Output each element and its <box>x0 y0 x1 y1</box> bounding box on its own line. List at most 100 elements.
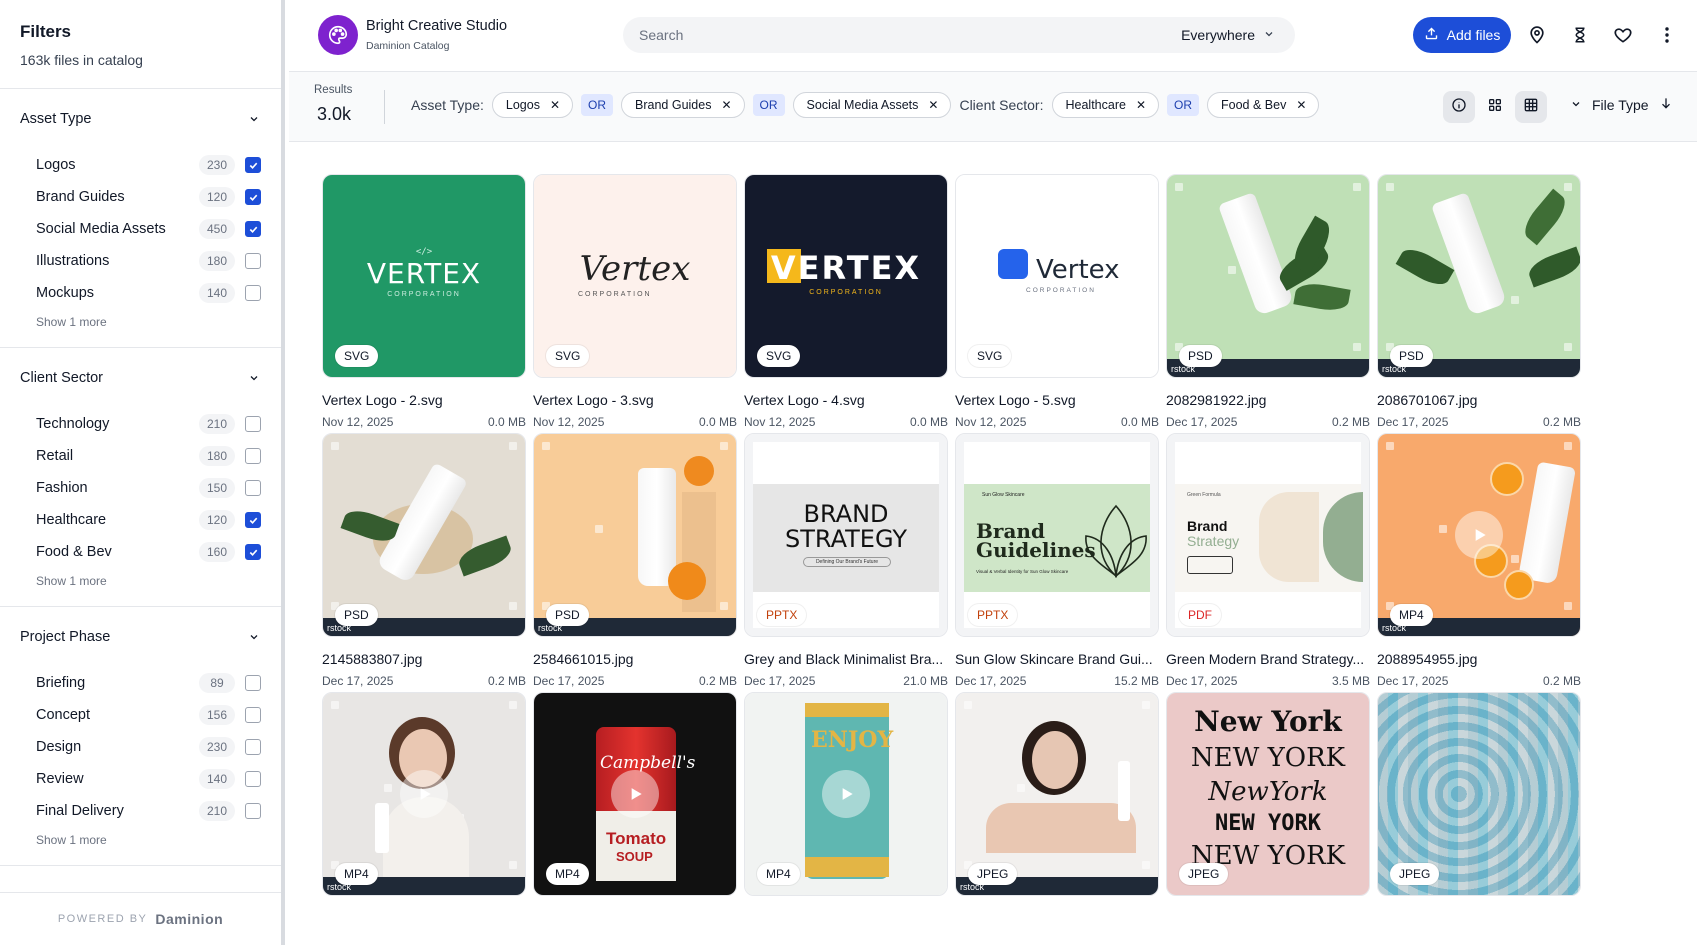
filter-checkbox[interactable] <box>245 448 261 464</box>
or-operator[interactable]: OR <box>581 94 614 116</box>
close-icon[interactable]: ✕ <box>928 98 938 112</box>
asset-thumbnail[interactable]: </> VERTEX CORPORATION SVG <box>322 174 526 378</box>
filter-checkbox[interactable] <box>245 707 261 723</box>
close-icon[interactable]: ✕ <box>550 98 560 112</box>
asset-filename[interactable]: Green Modern Brand Strategy... <box>1166 651 1370 667</box>
asset-card[interactable]: rstock MP4 2088954955.jpg Dec 17, 2025 0… <box>1377 433 1581 688</box>
play-icon[interactable] <box>611 770 659 818</box>
asset-card[interactable]: Campbell's Tomato SOUP MP4 <box>533 692 737 896</box>
asset-thumbnail[interactable]: BRAND STRATEGY Defining Our Brand's Futu… <box>744 433 948 637</box>
play-icon[interactable] <box>1455 511 1503 559</box>
show-more-link[interactable]: Show 1 more <box>20 833 261 847</box>
more-vertical-icon[interactable] <box>1655 23 1679 47</box>
filter-option[interactable]: Logos 230 <box>20 149 261 181</box>
or-operator[interactable]: OR <box>752 94 785 116</box>
asset-thumbnail[interactable]: Vertex CORPORATION SVG <box>955 174 1159 378</box>
or-operator[interactable]: OR <box>1167 94 1200 116</box>
search-input[interactable] <box>639 27 1182 43</box>
asset-thumbnail[interactable]: New York NEW YORK NewYork NEW YORK NEW Y… <box>1166 692 1370 896</box>
asset-thumbnail[interactable]: rstock PSD <box>1377 174 1581 378</box>
info-toggle-button[interactable] <box>1443 91 1475 123</box>
filter-chip[interactable]: Social Media Assets ✕ <box>792 92 952 118</box>
filter-option[interactable]: Illustrations 180 <box>20 245 261 277</box>
show-more-link[interactable]: Show 1 more <box>20 574 261 588</box>
asset-thumbnail[interactable]: rstock JPEG <box>955 692 1159 896</box>
filter-option[interactable]: Final Delivery 210 <box>20 795 261 827</box>
filter-chip[interactable]: Food & Bev ✕ <box>1207 92 1320 118</box>
location-pin-icon[interactable] <box>1525 23 1549 47</box>
filter-checkbox[interactable] <box>245 675 261 691</box>
filter-chip[interactable]: Brand Guides ✕ <box>621 92 745 118</box>
asset-thumbnail[interactable]: rstock MP4 <box>1377 433 1581 637</box>
filter-option[interactable]: Concept 156 <box>20 699 261 731</box>
asset-filename[interactable]: 2584661015.jpg <box>533 651 737 667</box>
asset-filename[interactable]: 2086701067.jpg <box>1377 392 1581 408</box>
filter-option[interactable]: Fashion 150 <box>20 472 261 504</box>
asset-card[interactable]: </> VERTEX CORPORATION SVG Vertex Logo -… <box>322 174 526 429</box>
filter-checkbox[interactable] <box>245 544 261 560</box>
filter-group-header[interactable]: Client Sector <box>20 370 261 386</box>
asset-card[interactable]: Sun Glow Skincare Brand Guidelines Visua… <box>955 433 1159 688</box>
asset-filename[interactable]: Vertex Logo - 4.svg <box>744 392 948 408</box>
asset-filename[interactable]: Vertex Logo - 5.svg <box>955 392 1159 408</box>
play-icon[interactable] <box>822 770 870 818</box>
show-more-link[interactable]: Show 1 more <box>20 315 261 329</box>
search-scope-dropdown[interactable]: Everywhere <box>1181 27 1275 43</box>
filter-checkbox[interactable] <box>245 157 261 173</box>
filter-chip[interactable]: Logos ✕ <box>491 92 574 118</box>
asset-thumbnail[interactable]: rstock MP4 <box>322 692 526 896</box>
filter-option[interactable]: Healthcare 120 <box>20 504 261 536</box>
filter-checkbox[interactable] <box>245 253 261 269</box>
filter-option[interactable]: Retail 180 <box>20 440 261 472</box>
asset-thumbnail[interactable]: ENJOY MP4 <box>744 692 948 896</box>
asset-card[interactable]: Vertex CORPORATION SVG Vertex Logo - 5.s… <box>955 174 1159 429</box>
asset-filename[interactable]: 2088954955.jpg <box>1377 651 1581 667</box>
asset-card[interactable]: rstock JPEG <box>955 692 1159 896</box>
filter-checkbox[interactable] <box>245 480 261 496</box>
asset-thumbnail[interactable]: rstock PSD <box>1166 174 1370 378</box>
hourglass-icon[interactable] <box>1568 23 1592 47</box>
close-icon[interactable]: ✕ <box>721 98 731 112</box>
asset-card[interactable]: BRAND STRATEGY Defining Our Brand's Futu… <box>744 433 948 688</box>
filter-option[interactable]: Review 140 <box>20 763 261 795</box>
filter-option[interactable]: Social Media Assets 450 <box>20 213 261 245</box>
asset-filename[interactable]: Vertex Logo - 2.svg <box>322 392 526 408</box>
add-files-button[interactable]: Add files <box>1413 17 1511 53</box>
asset-filename[interactable]: Sun Glow Skincare Brand Gui... <box>955 651 1159 667</box>
filter-group-header[interactable]: Project Phase <box>20 629 261 645</box>
asset-card[interactable]: JPEG <box>1377 692 1581 896</box>
asset-filename[interactable]: 2082981922.jpg <box>1166 392 1370 408</box>
asset-card[interactable]: New York NEW YORK NewYork NEW YORK NEW Y… <box>1166 692 1370 896</box>
close-icon[interactable]: ✕ <box>1136 98 1146 112</box>
asset-thumbnail[interactable]: Sun Glow Skincare Brand Guidelines Visua… <box>955 433 1159 637</box>
asset-thumbnail[interactable]: rstock PSD <box>533 433 737 637</box>
filter-chip[interactable]: Healthcare ✕ <box>1051 92 1160 118</box>
sort-control[interactable]: File Type <box>1570 96 1673 113</box>
asset-thumbnail[interactable]: VERTEX CORPORATION SVG <box>744 174 948 378</box>
asset-card[interactable]: ENJOY MP4 <box>744 692 948 896</box>
asset-card[interactable]: VERTEX CORPORATION SVG Vertex Logo - 4.s… <box>744 174 948 429</box>
asset-filename[interactable]: 2145883807.jpg <box>322 651 526 667</box>
filter-checkbox[interactable] <box>245 189 261 205</box>
asset-card[interactable]: rstock PSD 2145883807.jpg Dec 17, 2025 0… <box>322 433 526 688</box>
asset-card[interactable]: rstock PSD 2584661015.jpg Dec 17, 2025 0… <box>533 433 737 688</box>
asset-thumbnail[interactable]: Vertex CORPORATION SVG <box>533 174 737 378</box>
asset-filename[interactable]: Grey and Black Minimalist Bra... <box>744 651 948 667</box>
grid-view-button[interactable] <box>1479 91 1511 123</box>
filter-option[interactable]: Briefing 89 <box>20 667 261 699</box>
filter-option[interactable]: Brand Guides 120 <box>20 181 261 213</box>
filter-checkbox[interactable] <box>245 771 261 787</box>
large-grid-view-button[interactable] <box>1515 91 1547 123</box>
asset-card[interactable]: Vertex CORPORATION SVG Vertex Logo - 3.s… <box>533 174 737 429</box>
asset-thumbnail[interactable]: rstock PSD <box>322 433 526 637</box>
filter-group-header[interactable]: Asset Type <box>20 111 261 127</box>
asset-card[interactable]: rstock PSD 2086701067.jpg Dec 17, 2025 0… <box>1377 174 1581 429</box>
asset-filename[interactable]: Vertex Logo - 3.svg <box>533 392 737 408</box>
asset-card[interactable]: rstock PSD 2082981922.jpg Dec 17, 2025 0… <box>1166 174 1370 429</box>
filter-checkbox[interactable] <box>245 221 261 237</box>
close-icon[interactable]: ✕ <box>1296 98 1306 112</box>
filter-checkbox[interactable] <box>245 803 261 819</box>
filter-checkbox[interactable] <box>245 285 261 301</box>
filter-option[interactable]: Mockups 140 <box>20 277 261 309</box>
palette-icon[interactable] <box>318 15 358 55</box>
